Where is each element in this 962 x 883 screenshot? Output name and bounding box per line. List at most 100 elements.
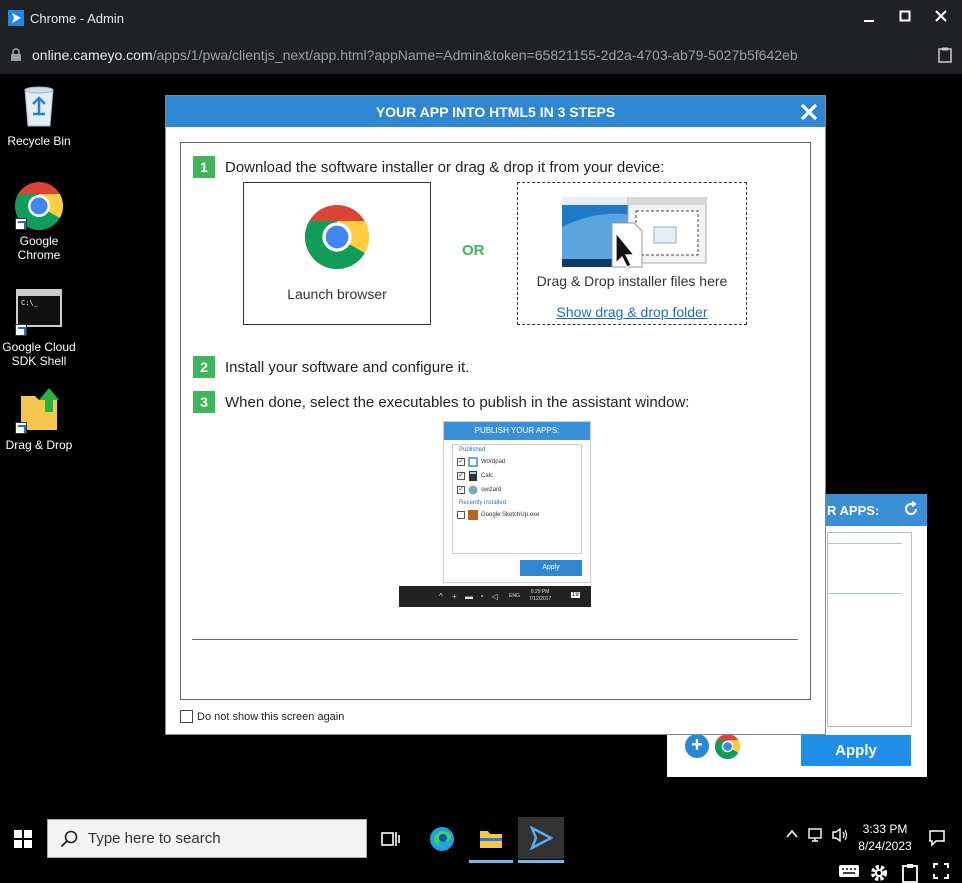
recycle-bin-icon: [24, 86, 54, 127]
dont-show-checkbox[interactable]: [180, 710, 193, 723]
shortcut-arrow-icon: [15, 324, 27, 336]
fullscreen-icon[interactable]: [933, 863, 949, 879]
launch-browser-label: Launch browser: [287, 286, 387, 302]
clock-date: 8/24/2023: [858, 839, 912, 853]
chevron-up-icon: ^: [439, 592, 443, 601]
settings-gear-icon[interactable]: [869, 863, 889, 883]
launch-browser-button[interactable]: Launch browser: [243, 182, 431, 325]
notifications-icon[interactable]: [928, 829, 946, 847]
search-placeholder: Type here to search: [88, 830, 221, 847]
cameyo-app-icon: [8, 10, 24, 26]
dont-show-label: Do not show this screen again: [197, 710, 345, 723]
dialog-header: YOUR APP INTO HTML5 IN 3 STEPS: [166, 96, 825, 127]
step-2: 2 Install your software and configure it…: [193, 356, 469, 378]
desktop-icon-label: Google Chrome: [17, 234, 61, 262]
chrome-icon[interactable]: [715, 734, 740, 759]
svg-text:C:\_: C:\_: [21, 299, 39, 307]
dialog-body: 1 Download the software installer or dra…: [180, 142, 811, 700]
windows-start-icon[interactable]: [14, 830, 32, 848]
desktop-icon-google-chrome[interactable]: Google Chrome: [0, 182, 78, 262]
step-text: When done, select the executables to pub…: [225, 393, 690, 411]
folder-icon: [480, 831, 502, 848]
preview-row: ✓ Calc: [457, 470, 581, 481]
maximize-button[interactable]: [898, 8, 912, 24]
wifi-icon: ◔: [479, 592, 484, 601]
preview-row: ✓ swizard: [457, 484, 581, 495]
or-label: OR: [462, 242, 485, 259]
system-clock[interactable]: 3:33 PM 8/24/2023: [852, 821, 918, 855]
keyboard-icon[interactable]: [838, 863, 860, 879]
step-number: 3: [193, 391, 215, 413]
screen: Chrome - Admin online.cameyo.com/apps/1/…: [0, 0, 962, 883]
step-3: 3 When done, select the executables to p…: [193, 391, 689, 413]
desktop-icon-label: Recycle Bin: [7, 134, 71, 148]
sketchup-icon: [468, 509, 478, 520]
preview-time: 6:29 PM: [530, 589, 550, 595]
divider: [192, 639, 798, 640]
drag-drop-zone[interactable]: Drag & Drop installer files here Show dr…: [517, 182, 747, 325]
apps-list-box: [827, 532, 912, 727]
wizard-icon: [468, 485, 478, 494]
file-explorer-taskbar-button[interactable]: [475, 823, 507, 855]
cameyo-taskbar-button[interactable]: [518, 817, 564, 859]
recent-section-label: Recently installed: [459, 500, 507, 506]
edge-taskbar-button[interactable]: [426, 823, 458, 855]
network-icon[interactable]: [808, 827, 826, 843]
preview-list: Published ✓ Wordpad ✓ Calc ✓ swizard Rec…: [452, 444, 582, 554]
chrome-icon: [305, 205, 369, 269]
shortcut-arrow-icon: [15, 422, 27, 434]
desktop-icon-label: Drag & Drop: [5, 438, 73, 452]
chevron-up-icon[interactable]: [785, 827, 799, 841]
preview-row: ✓ Wordpad: [457, 456, 581, 467]
url-text[interactable]: online.cameyo.com/apps/1/pwa/clientjs_ne…: [32, 47, 798, 63]
url-host: online.cameyo.com: [32, 47, 153, 63]
plus-icon: +: [452, 592, 457, 601]
maximize-icon: [899, 10, 911, 22]
edge-icon: [430, 827, 454, 851]
step-text: Install your software and configure it.: [225, 358, 470, 376]
taskbar-search-box[interactable]: Type here to search: [47, 819, 367, 858]
step-text: Download the software installer or drag …: [225, 158, 665, 176]
cameyo-play-icon: [529, 826, 553, 850]
publish-apps-title: R APPS:: [827, 503, 880, 518]
clipboard-icon[interactable]: [902, 863, 918, 883]
task-view-button[interactable]: [375, 823, 407, 855]
wordpad-icon: [468, 456, 478, 467]
dont-show-again[interactable]: Do not show this screen again: [180, 710, 344, 723]
address-bar[interactable]: online.cameyo.com/apps/1/pwa/clientjs_ne…: [0, 36, 962, 74]
refresh-icon[interactable]: [903, 501, 919, 517]
preview-notification-badge: 19: [571, 592, 580, 598]
window-titlebar: Chrome - Admin: [0, 0, 962, 36]
apply-button[interactable]: Apply: [801, 735, 911, 766]
app-name: Calc: [481, 472, 494, 479]
checked-checkbox: ✓: [457, 471, 465, 480]
preview-clock: 6:29 PM 7/12/2017: [529, 589, 551, 603]
close-window-button[interactable]: [934, 8, 948, 24]
desktop-icon-drag-and-drop[interactable]: Drag & Drop: [0, 386, 78, 452]
task-view-icon: [381, 832, 400, 846]
battery-icon: ▬: [465, 592, 473, 601]
step-1: 1 Download the software installer or dra…: [193, 156, 664, 178]
unchecked-checkbox: [457, 510, 465, 519]
clipboard-icon[interactable]: [938, 47, 952, 63]
search-icon: [60, 830, 78, 847]
step-number: 2: [193, 356, 215, 378]
add-app-button[interactable]: +: [685, 734, 709, 758]
taskbar: Type here to search 3:33 PM 8/24/2023: [0, 815, 962, 863]
close-icon: [935, 10, 947, 22]
drag-drop-label: Drag & Drop installer files here: [536, 273, 728, 289]
lock-icon: [11, 48, 21, 61]
minimize-button[interactable]: [862, 8, 876, 24]
calculator-icon: [469, 470, 477, 481]
publish-apps-preview: PUBLISH YOUR APPS: Published ✓ Wordpad ✓…: [443, 421, 591, 583]
desktop-icon-label: Google Cloud SDK Shell: [2, 340, 76, 368]
remote-control-strip: [0, 863, 962, 883]
desktop-icon-google-cloud-sdk-shell[interactable]: C:\_ Google Cloud SDK Shell: [0, 288, 78, 368]
minimize-icon: [864, 20, 874, 22]
url-path: /apps/1/pwa/clientjs_next/app.html?appNa…: [152, 47, 798, 63]
volume-icon[interactable]: [831, 827, 849, 843]
show-drag-drop-folder-link[interactable]: Show drag & drop folder: [518, 304, 746, 320]
dialog-title: YOUR APP INTO HTML5 IN 3 STEPS: [375, 104, 616, 120]
dialog-close-icon[interactable]: [799, 102, 819, 122]
desktop-icon-recycle-bin[interactable]: Recycle Bin: [0, 82, 78, 148]
